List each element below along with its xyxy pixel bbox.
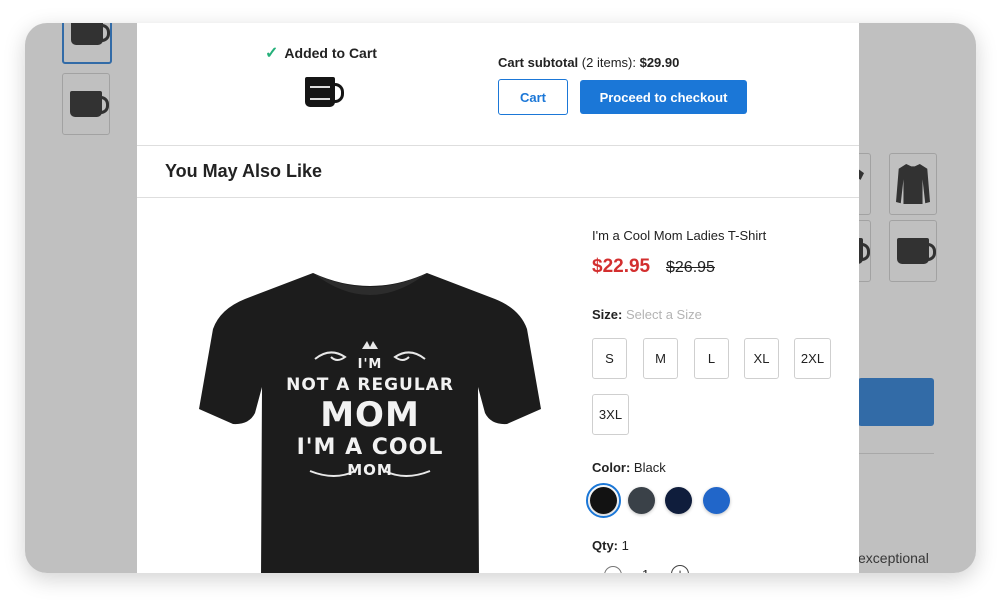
proceed-to-checkout-button[interactable]: Proceed to checkout: [580, 80, 747, 114]
subtotal-value: $29.90: [639, 55, 680, 70]
checkmark-icon: ✓: [265, 45, 279, 62]
qty-input[interactable]: 1: [642, 567, 649, 573]
color-swatch-navy[interactable]: [665, 487, 692, 514]
divider: [137, 197, 859, 198]
browser-viewport: exceptional ✓ Added to Cart Cart subtota…: [25, 23, 976, 573]
color-value: Black: [633, 460, 666, 475]
size-option-m[interactable]: M: [643, 338, 678, 379]
print-line-2: NOT A REGULAR: [286, 375, 454, 395]
original-price: $26.95: [666, 259, 715, 276]
divider: [137, 145, 859, 146]
color-label: Color: Black: [592, 460, 666, 475]
subtotal-items: (2 items):: [581, 55, 636, 70]
added-item-image: [305, 77, 344, 107]
color-swatch-black[interactable]: [586, 483, 621, 518]
size-option-l[interactable]: L: [694, 338, 729, 379]
size-option-s[interactable]: S: [592, 338, 627, 379]
qty-increase-button[interactable]: +: [671, 565, 689, 573]
cart-subtotal: Cart subtotal (2 items): $29.90: [498, 55, 679, 70]
qty-label-text: Qty:: [592, 538, 618, 553]
added-to-cart-status: ✓ Added to Cart: [265, 43, 377, 63]
sale-price: $22.95: [592, 256, 651, 277]
qty-decrease-button[interactable]: [604, 566, 622, 573]
product-image[interactable]: I'M NOT A REGULAR MOM I'M A COOL MOM: [195, 259, 545, 573]
size-label-text: Size:: [592, 307, 623, 322]
size-option-xl[interactable]: XL: [744, 338, 779, 379]
print-line-3: MOM: [320, 395, 420, 435]
product-title[interactable]: I'm a Cool Mom Ladies T-Shirt: [592, 228, 766, 243]
recommendations-title: You May Also Like: [165, 161, 323, 181]
added-to-cart-modal: ✓ Added to Cart Cart subtotal (2 items):…: [137, 23, 859, 573]
print-line-5: MOM: [347, 461, 393, 479]
added-to-cart-label: Added to Cart: [284, 45, 377, 61]
cart-button[interactable]: Cart: [498, 79, 568, 115]
subtotal-label: Cart subtotal: [498, 55, 579, 70]
color-label-text: Color:: [592, 460, 631, 475]
print-line-1: I'M: [357, 357, 383, 372]
color-swatch-charcoal[interactable]: [628, 487, 655, 514]
size-option-3xl[interactable]: 3XL: [592, 394, 629, 435]
print-line-4: I'M A COOL: [296, 435, 444, 460]
qty-label: Qty: 1: [592, 538, 629, 553]
size-option-2xl[interactable]: 2XL: [794, 338, 831, 379]
color-swatch-royal-blue[interactable]: [703, 487, 730, 514]
qty-current: 1: [621, 538, 629, 553]
size-label: Size: Select a Size: [592, 307, 702, 322]
size-placeholder: Select a Size: [625, 307, 702, 322]
